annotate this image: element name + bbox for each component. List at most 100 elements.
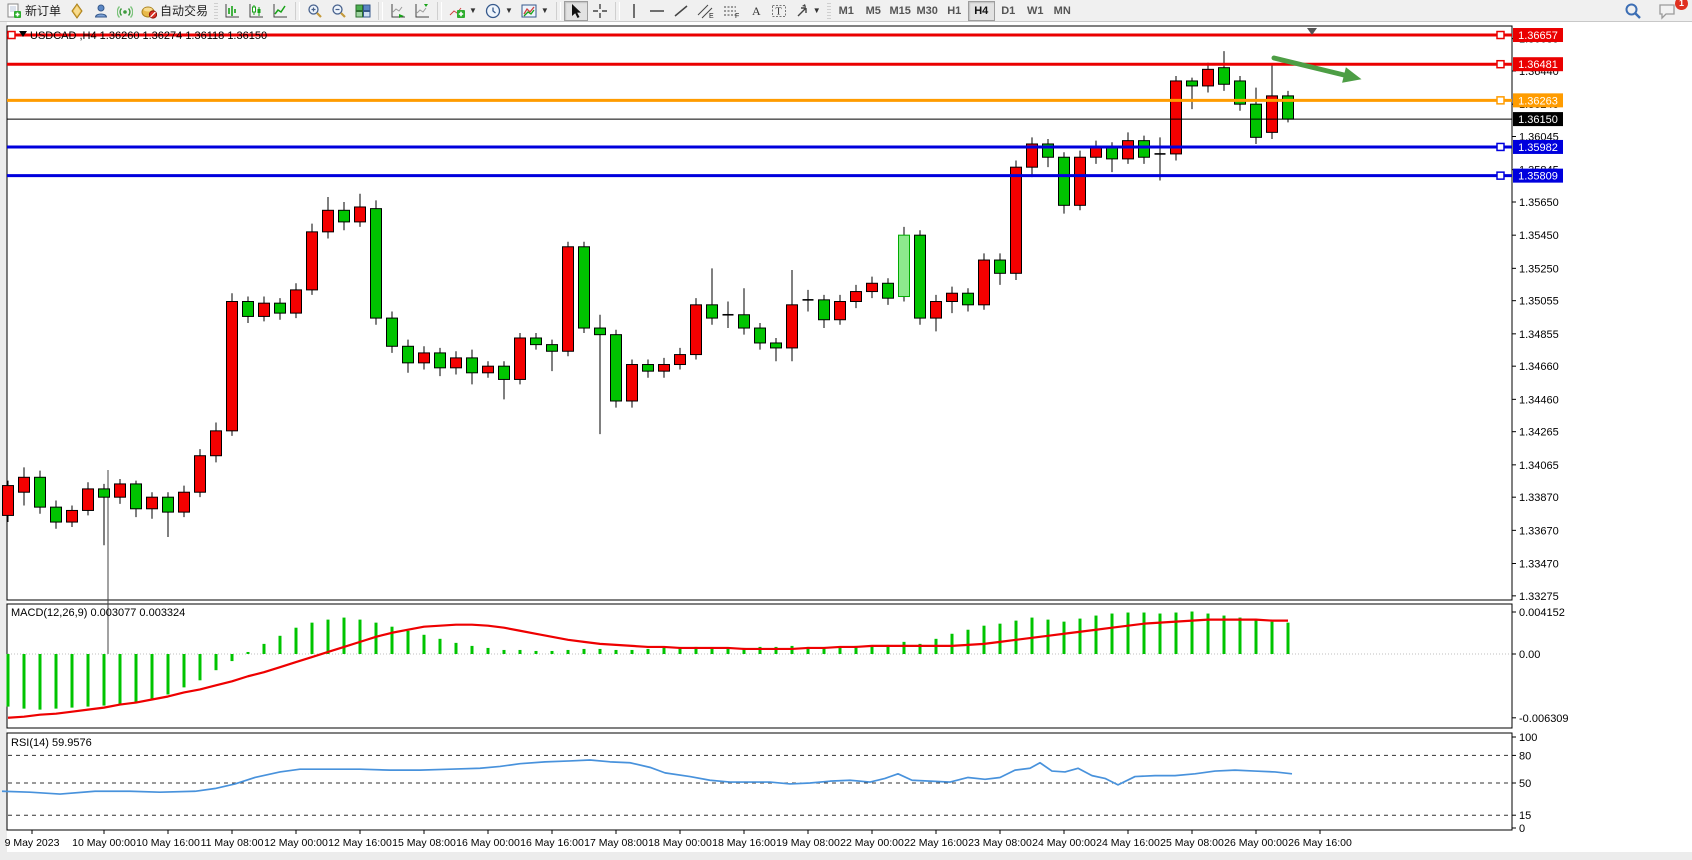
candle-body xyxy=(771,343,782,348)
price-tick-label: 1.33470 xyxy=(1519,559,1559,571)
rsi-tick-label: 100 xyxy=(1519,732,1537,744)
price-badge-label: 1.36481 xyxy=(1518,59,1558,71)
horizontal-line-button[interactable] xyxy=(645,1,669,21)
price-badge: 1.36657 xyxy=(1513,28,1563,42)
chart-shift-icon xyxy=(414,3,430,19)
time-tick-label: 11 May 08:00 xyxy=(201,837,264,849)
candle-body xyxy=(1219,68,1230,85)
timeframe-h4-button[interactable]: H4 xyxy=(968,1,995,21)
fibonacci-icon: F xyxy=(723,3,741,19)
macd-tick-label: 0.004152 xyxy=(1519,607,1565,619)
equidistant-channel-button[interactable]: E xyxy=(693,1,719,21)
candle-body xyxy=(323,210,334,232)
svg-text:T: T xyxy=(775,6,781,17)
autotrade-button[interactable]: 自动交易 xyxy=(137,1,212,21)
crosshair-button[interactable] xyxy=(588,1,612,21)
candle-body xyxy=(499,366,510,379)
candle-body xyxy=(1059,157,1070,205)
new-order-icon xyxy=(6,3,22,19)
periods-button[interactable]: ▼ xyxy=(481,1,517,21)
macd-panel[interactable] xyxy=(7,604,1512,728)
market-signal-button[interactable] xyxy=(113,1,137,21)
timeframe-m1-button[interactable]: M1 xyxy=(833,1,860,21)
new-order-button[interactable]: 新订单 xyxy=(2,1,65,21)
candle-body xyxy=(1187,81,1198,86)
indicators-icon xyxy=(449,3,465,19)
timeframe-m5-button[interactable]: M5 xyxy=(860,1,887,21)
text-button[interactable]: A xyxy=(745,1,767,21)
text-label-icon: T xyxy=(771,3,787,19)
candle-body xyxy=(115,484,126,497)
timeframe-d1-button[interactable]: D1 xyxy=(995,1,1022,21)
zoom-out-button[interactable] xyxy=(327,1,351,21)
dropdown-caret-icon: ▼ xyxy=(541,6,549,15)
time-tick-label: 10 May 16:00 xyxy=(136,837,200,849)
search-button[interactable] xyxy=(1620,1,1646,21)
line-handle[interactable] xyxy=(1497,61,1504,68)
trendline-button[interactable] xyxy=(669,1,693,21)
line-handle[interactable] xyxy=(1497,32,1504,39)
zoom-in-button[interactable] xyxy=(303,1,327,21)
signal-icon xyxy=(117,3,133,19)
candlestick-chart-button[interactable] xyxy=(244,1,268,21)
search-icon xyxy=(1624,2,1642,20)
candle-body xyxy=(451,358,462,368)
tile-windows-icon xyxy=(355,3,371,19)
timeframe-w1-button[interactable]: W1 xyxy=(1022,1,1049,21)
candle-body xyxy=(387,318,398,346)
crosshair-icon xyxy=(592,3,608,19)
line-handle[interactable] xyxy=(1497,172,1504,179)
timeframe-mn-button[interactable]: MN xyxy=(1049,1,1076,21)
line-handle[interactable] xyxy=(1497,97,1504,104)
notifications-button[interactable]: 1 xyxy=(1654,1,1682,21)
chart-shift-button[interactable] xyxy=(410,1,434,21)
tile-windows-button[interactable] xyxy=(351,1,375,21)
candle-body xyxy=(211,431,222,456)
candle-body xyxy=(1123,141,1134,159)
text-label-button[interactable]: T xyxy=(767,1,791,21)
timeframe-h1-button[interactable]: H1 xyxy=(941,1,968,21)
candle-body xyxy=(435,353,446,368)
bar-chart-icon xyxy=(224,3,240,19)
macd-tick-label: -0.006309 xyxy=(1519,713,1569,725)
compass-button[interactable] xyxy=(65,1,89,21)
indicators-button[interactable]: ▼ xyxy=(445,1,481,21)
svg-text:E: E xyxy=(709,13,714,19)
timeframe-m15-button[interactable]: M15 xyxy=(887,1,914,21)
chart-title-ohlc: USDCAD ,H4 1.36260 1.36274 1.36118 1.361… xyxy=(30,30,267,42)
metaeditor-button[interactable] xyxy=(89,1,113,21)
candle-body xyxy=(1107,147,1118,159)
time-tick-label: 22 May 00:00 xyxy=(840,837,904,849)
macd-tick-label: 0.00 xyxy=(1519,649,1540,661)
line-handle[interactable] xyxy=(8,32,15,39)
fibonacci-button[interactable]: F xyxy=(719,1,745,21)
rsi-tick-label: 0 xyxy=(1519,823,1525,835)
line-chart-button[interactable] xyxy=(268,1,292,21)
line-handle[interactable] xyxy=(1497,143,1504,150)
price-tick-label: 1.33275 xyxy=(1519,591,1559,603)
vertical-line-button[interactable] xyxy=(623,1,645,21)
cursor-button[interactable] xyxy=(564,1,588,21)
candle-body xyxy=(195,456,206,492)
mt4-window: 新订单 自动交易 ▼ ▼ ▼ E F A T ▼ xyxy=(0,0,1692,860)
candle-body xyxy=(515,338,526,379)
time-tick-label: 19 May 08:00 xyxy=(776,837,840,849)
auto-scroll-button[interactable] xyxy=(386,1,410,21)
candle-body xyxy=(371,209,382,318)
price-badge: 1.35982 xyxy=(1513,140,1563,154)
horizontal-line-icon xyxy=(649,3,665,19)
price-tick-label: 1.34265 xyxy=(1519,427,1559,439)
price-tick-label: 1.33670 xyxy=(1519,525,1559,537)
timeframe-m30-button[interactable]: M30 xyxy=(914,1,941,21)
window-left-edge xyxy=(0,22,7,860)
candle-body xyxy=(979,260,990,305)
bar-chart-button[interactable] xyxy=(220,1,244,21)
arrows-button[interactable]: ▼ xyxy=(791,1,825,21)
candle-body xyxy=(467,358,478,373)
candle-body xyxy=(819,300,830,320)
price-tick-label: 1.35055 xyxy=(1519,296,1559,308)
chart-surface: 1.366351.364401.362401.360451.358451.356… xyxy=(0,0,1692,860)
line-chart-icon xyxy=(272,3,288,19)
templates-button[interactable]: ▼ xyxy=(517,1,553,21)
compass-icon xyxy=(69,3,85,19)
